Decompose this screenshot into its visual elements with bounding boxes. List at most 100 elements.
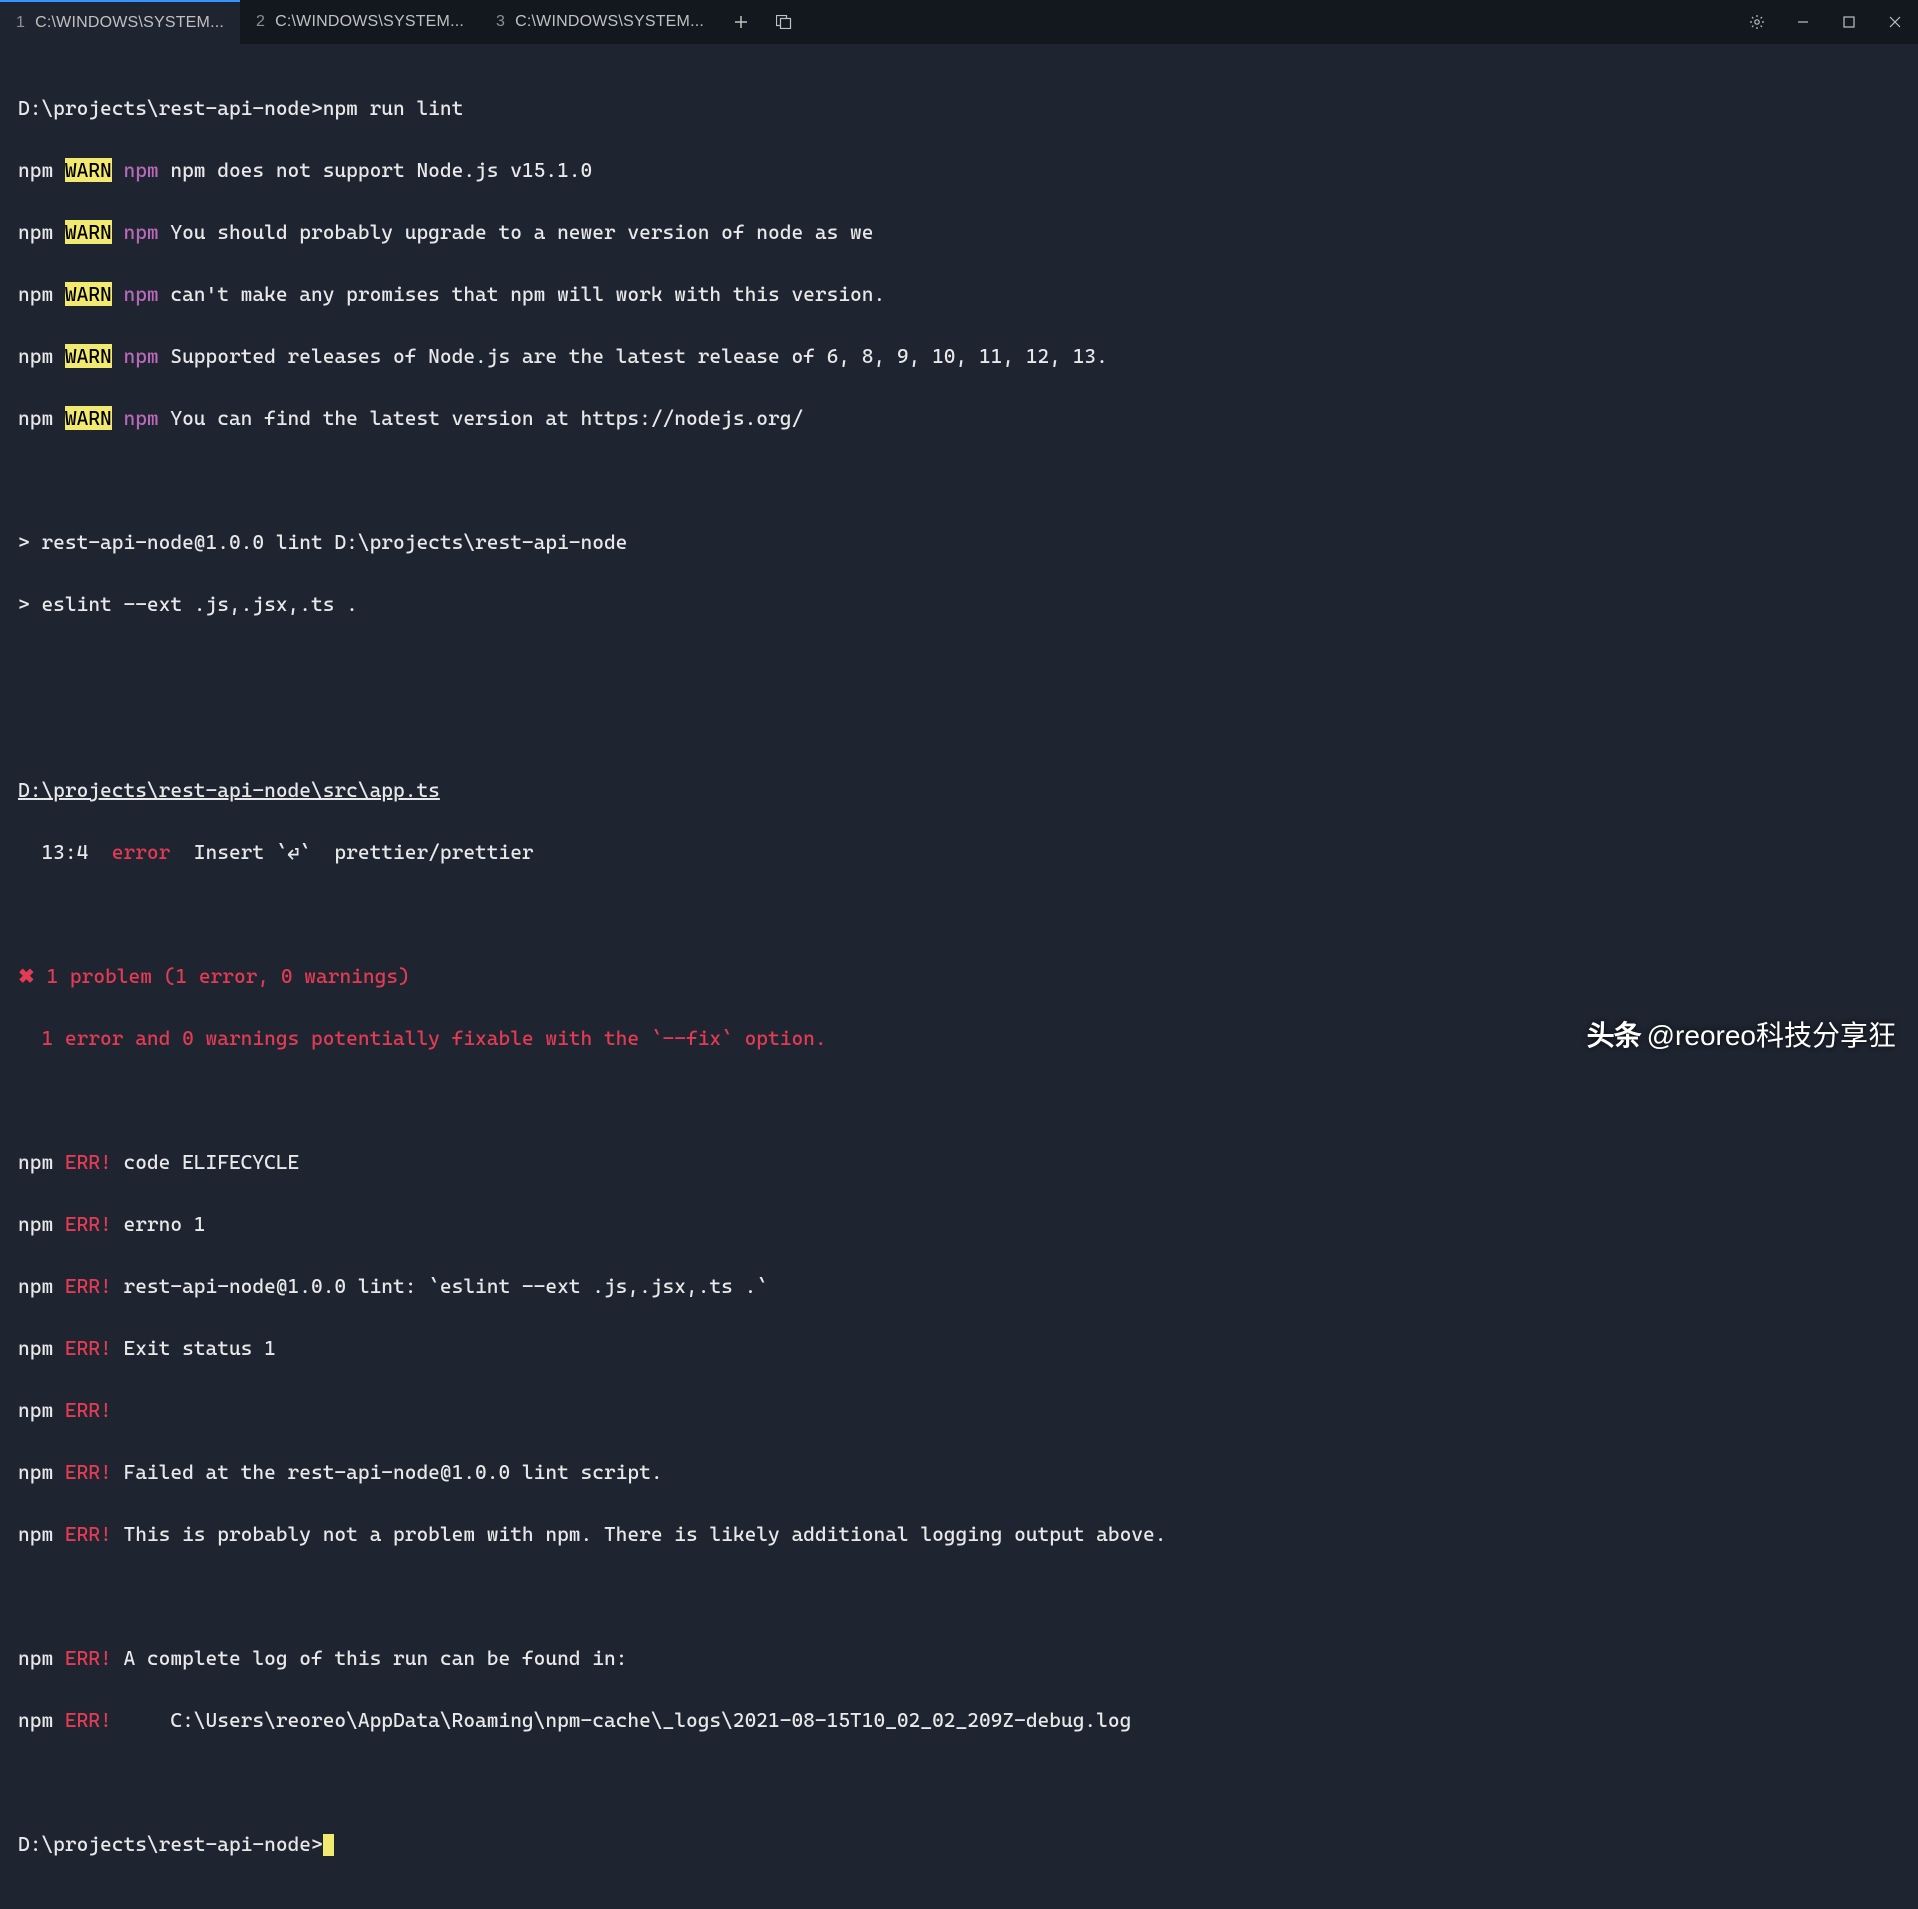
tab-list: 1 C:\WINDOWS\SYSTEM... 2 C:\WINDOWS\SYST… [0, 0, 808, 44]
err-tag: ERR! [65, 1460, 112, 1484]
title-bar: 1 C:\WINDOWS\SYSTEM... 2 C:\WINDOWS\SYST… [0, 0, 1918, 44]
maximize-button[interactable] [1826, 0, 1872, 44]
warn-msg: You can find the latest version at https… [159, 406, 804, 430]
window-controls [1734, 0, 1918, 44]
tab-title: C:\WINDOWS\SYSTEM... [515, 13, 704, 31]
warn-msg: npm does not support Node.js v15.1.0 [159, 158, 593, 182]
terminal-line: D:\projects\rest-api-node> [18, 1829, 1900, 1860]
blank-line [18, 651, 1900, 682]
npm-prefix: npm [18, 282, 53, 306]
new-tab-button[interactable] [720, 0, 762, 44]
npm-prefix: npm [18, 220, 53, 244]
terminal-line: npm WARN npm npm does not support Node.j… [18, 155, 1900, 186]
terminal-line: npm ERR! [18, 1395, 1900, 1426]
err-msg: code ELIFECYCLE [112, 1150, 300, 1174]
warn-msg: can't make any promises that npm will wo… [159, 282, 886, 306]
npm-sub: npm [123, 220, 158, 244]
npm-sub: npm [123, 406, 158, 430]
tab-num: 3 [496, 13, 505, 31]
npm-prefix: npm [18, 1708, 53, 1732]
tab-2[interactable]: 2 C:\WINDOWS\SYSTEM... [240, 0, 480, 44]
terminal-line: npm ERR! Exit status 1 [18, 1333, 1900, 1364]
blank-line [18, 465, 1900, 496]
cursor [323, 1834, 334, 1856]
terminal-line: npm WARN npm You should probably upgrade… [18, 217, 1900, 248]
summary-text: 1 problem (1 error, 0 warnings) [35, 964, 410, 988]
tab-num: 1 [16, 14, 25, 32]
err-msg: This is probably not a problem with npm.… [112, 1522, 1167, 1546]
warn-tag: WARN [65, 158, 112, 182]
terminal-line: npm ERR! This is probably not a problem … [18, 1519, 1900, 1550]
npm-sub: npm [123, 158, 158, 182]
tab-dropdown-button[interactable] [762, 0, 808, 44]
terminal-line: D:\projects\rest-api-node>npm run lint [18, 93, 1900, 124]
minimize-icon [1797, 16, 1809, 28]
npm-prefix: npm [18, 158, 53, 182]
watermark: 头条 @reoreo科技分享狂 [1587, 1014, 1896, 1054]
npm-prefix: npm [18, 1212, 53, 1236]
tab-title: C:\WINDOWS\SYSTEM... [275, 13, 464, 31]
gear-icon [1749, 14, 1765, 30]
err-msg: rest-api-node@1.0.0 lint: `eslint --ext … [112, 1274, 768, 1298]
blank-line [18, 1581, 1900, 1612]
terminal-line: npm WARN npm can't make any promises tha… [18, 279, 1900, 310]
warn-tag: WARN [65, 344, 112, 368]
npm-prefix: npm [18, 1274, 53, 1298]
tab-title: C:\WINDOWS\SYSTEM... [35, 14, 224, 32]
prompt-text: D:\projects\rest-api-node>npm run lint [18, 96, 463, 120]
warn-msg: Supported releases of Node.js are the la… [159, 344, 1108, 368]
npm-sub: npm [123, 282, 158, 306]
watermark-logo: 头条 [1587, 1014, 1641, 1054]
blank-line [18, 1085, 1900, 1116]
terminal-line: npm ERR! code ELIFECYCLE [18, 1147, 1900, 1178]
err-msg: Exit status 1 [112, 1336, 276, 1360]
terminal-line: npm ERR! rest-api-node@1.0.0 lint: `esli… [18, 1271, 1900, 1302]
close-icon [1889, 16, 1901, 28]
npm-prefix: npm [18, 1150, 53, 1174]
err-tag: ERR! [65, 1212, 112, 1236]
npm-prefix: npm [18, 1336, 53, 1360]
terminal-line: > eslint --ext .js,.jsx,.ts . [18, 589, 1900, 620]
npm-sub: npm [123, 344, 158, 368]
tab-num: 2 [256, 13, 265, 31]
plus-icon [734, 15, 748, 29]
file-path: D:\projects\rest-api-node\src\app.ts [18, 778, 440, 802]
tab-1[interactable]: 1 C:\WINDOWS\SYSTEM... [0, 0, 240, 44]
terminal-line: D:\projects\rest-api-node\src\app.ts [18, 775, 1900, 806]
script-line: > rest-api-node@1.0.0 lint D:\projects\r… [18, 530, 627, 554]
err-msg: C:\Users\reoreo\AppData\Roaming\npm-cach… [112, 1708, 1132, 1732]
prompt-text: D:\projects\rest-api-node> [18, 1832, 323, 1856]
lint-message: Insert `⏎` prettier/prettier [170, 840, 533, 864]
npm-prefix: npm [18, 1522, 53, 1546]
settings-button[interactable] [1734, 0, 1780, 44]
terminal-line: npm WARN npm You can find the latest ver… [18, 403, 1900, 434]
tab-3[interactable]: 3 C:\WINDOWS\SYSTEM... [480, 0, 720, 44]
warn-tag: WARN [65, 282, 112, 306]
err-tag: ERR! [65, 1646, 112, 1670]
terminal-line: > rest-api-node@1.0.0 lint D:\projects\r… [18, 527, 1900, 558]
blank-line [18, 1767, 1900, 1798]
err-tag: ERR! [65, 1398, 112, 1422]
terminal-content[interactable]: D:\projects\rest-api-node>npm run lint n… [0, 44, 1918, 1909]
npm-prefix: npm [18, 1398, 53, 1422]
err-tag: ERR! [65, 1522, 112, 1546]
terminal-line: npm WARN npm Supported releases of Node.… [18, 341, 1900, 372]
close-button[interactable] [1872, 0, 1918, 44]
warn-msg: You should probably upgrade to a newer v… [159, 220, 874, 244]
err-msg: errno 1 [112, 1212, 206, 1236]
terminal-line: 13:4 error Insert `⏎` prettier/prettier [18, 837, 1900, 868]
cross-icon: ✖ [18, 964, 35, 988]
terminal-line: ✖ 1 problem (1 error, 0 warnings) [18, 961, 1900, 992]
err-tag: ERR! [65, 1708, 112, 1732]
blank-line [18, 713, 1900, 744]
watermark-text: @reoreo科技分享狂 [1647, 1014, 1896, 1054]
warn-tag: WARN [65, 406, 112, 430]
terminal-line: npm ERR! errno 1 [18, 1209, 1900, 1240]
npm-prefix: npm [18, 344, 53, 368]
panel-icon [776, 15, 794, 29]
terminal-line: npm ERR! Failed at the rest-api-node@1.0… [18, 1457, 1900, 1488]
npm-prefix: npm [18, 1460, 53, 1484]
npm-prefix: npm [18, 406, 53, 430]
minimize-button[interactable] [1780, 0, 1826, 44]
npm-prefix: npm [18, 1646, 53, 1670]
